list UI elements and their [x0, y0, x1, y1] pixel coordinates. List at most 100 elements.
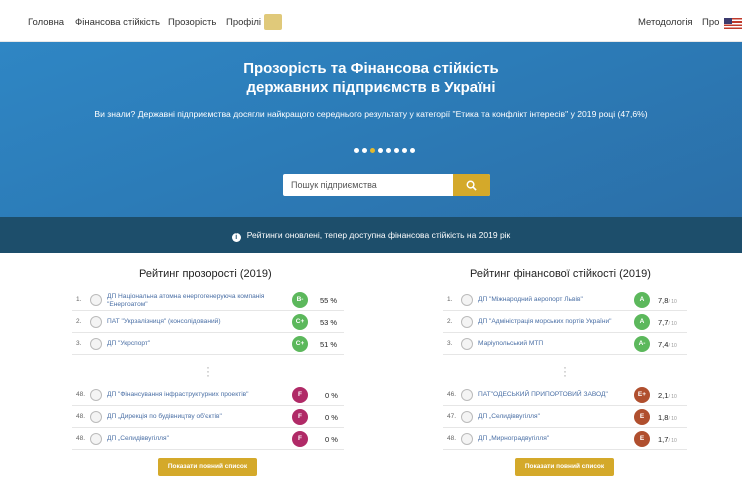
score-number: 7,4: [658, 340, 669, 349]
grade-badge: A: [634, 314, 650, 330]
company-name[interactable]: ДП "Укрспорт": [107, 340, 287, 348]
company-logo-icon: [90, 389, 102, 401]
grade-badge: E: [634, 431, 650, 447]
company-logo-icon: [461, 338, 473, 350]
table-row[interactable]: 48. ДП "Фінансування інфраструктурних пр…: [72, 384, 344, 406]
search-button[interactable]: [453, 174, 490, 196]
score-value: 1,7/ 10: [658, 435, 677, 444]
company-name[interactable]: Маріупольський МТП: [478, 340, 658, 348]
grade-badge: E: [634, 409, 650, 425]
company-name[interactable]: ДП „Селидіввугілля": [107, 435, 287, 443]
rank: 46.: [447, 391, 457, 398]
us-flag-icon[interactable]: [724, 18, 742, 29]
grade-badge: F: [292, 409, 308, 425]
company-logo-icon: [90, 316, 102, 328]
search-box: [283, 174, 490, 196]
company-name[interactable]: ДП "Фінансування інфраструктурних проект…: [107, 391, 287, 399]
carousel-dot[interactable]: [402, 148, 407, 153]
company-name[interactable]: ДП „Мирноградвугілля": [478, 435, 658, 443]
score-number: 7,8: [658, 296, 669, 305]
table-row[interactable]: 48. ДП „Мирноградвугілля" E 1,7/ 10: [443, 428, 687, 450]
table-row[interactable]: 48. ДП „Селидіввугілля" F 0 %: [72, 428, 344, 450]
rank: 1.: [447, 296, 453, 303]
rank: 3.: [76, 340, 82, 347]
company-name[interactable]: ДП Національна атомна енергогенеруюча ко…: [107, 293, 287, 309]
carousel-dots: [354, 148, 415, 153]
company-logo-icon: [90, 338, 102, 350]
score-max: / 10: [668, 416, 677, 422]
financial-rating-title: Рейтинг фінансової стійкості (2019): [470, 268, 651, 280]
rank: 1.: [76, 296, 82, 303]
score-value: 2,1/ 10: [658, 391, 677, 400]
grade-badge: F: [292, 387, 308, 403]
rank: 48.: [76, 435, 86, 442]
company-logo-icon: [461, 411, 473, 423]
search-icon: [466, 180, 477, 191]
score-max: / 10: [668, 438, 677, 444]
score-value: 51 %: [320, 340, 338, 349]
score-max: / 10: [668, 321, 677, 327]
score-value: 7,4/ 10: [658, 340, 677, 349]
score-value: 1,8/ 10: [658, 413, 677, 422]
nav-financial-stability[interactable]: Фінансова стійкість: [75, 17, 160, 28]
carousel-dot[interactable]: [394, 148, 399, 153]
banner-text: Рейтинги оновлені, тепер доступна фінанс…: [246, 230, 511, 240]
nav-home[interactable]: Головна: [28, 17, 64, 28]
financial-show-full-list-button[interactable]: Показати повний список: [515, 458, 614, 476]
grade-badge: A-: [634, 336, 650, 352]
grade-badge: C+: [292, 336, 308, 352]
hero-title-line-2: державних підприємств в Україні: [246, 79, 496, 96]
score-number: 7,7: [658, 318, 669, 327]
hero-title: Прозорість та Фінансова стійкість держав…: [0, 59, 742, 97]
table-row[interactable]: 1. ДП Національна атомна енергогенеруюча…: [72, 289, 344, 311]
company-name[interactable]: ПАТ"ОДЕСЬКИЙ ПРИПОРТОВИЙ ЗАВОД": [478, 391, 658, 399]
transparency-rating-title: Рейтинг прозорості (2019): [139, 268, 272, 280]
score-max: / 10: [668, 343, 677, 349]
company-name[interactable]: ДП „Селидіввугілля": [478, 413, 658, 421]
carousel-dot[interactable]: [378, 148, 383, 153]
nav-transparency[interactable]: Прозорість: [168, 17, 216, 28]
rank: 2.: [447, 318, 453, 325]
score-number: 2,1: [658, 391, 669, 400]
company-logo-icon: [461, 316, 473, 328]
score-max: / 10: [668, 394, 677, 400]
table-row[interactable]: 3. ДП "Укрспорт" C+ 51 %: [72, 333, 344, 355]
table-row[interactable]: 2. ПАТ "Укрзалізниця" (консолідований) C…: [72, 311, 344, 333]
company-logo-icon: [90, 411, 102, 423]
update-banner: i Рейтинги оновлені, тепер доступна фінан…: [0, 217, 742, 253]
score-value: 0 %: [325, 435, 338, 444]
table-row[interactable]: 3. Маріупольський МТП A- 7,4/ 10: [443, 333, 687, 355]
table-row[interactable]: 1. ДП "Міжнародний аеропорт Львів" A 7,8…: [443, 289, 687, 311]
company-name[interactable]: ПАТ "Укрзалізниця" (консолідований): [107, 318, 287, 326]
rank: 48.: [447, 435, 457, 442]
company-name[interactable]: ДП "Міжнародний аеропорт Львів": [478, 296, 658, 304]
hero-title-line-1: Прозорість та Фінансова стійкість: [243, 60, 499, 77]
table-row[interactable]: 48. ДП „Дирекція по будівництву об'єктів…: [72, 406, 344, 428]
carousel-dot[interactable]: [362, 148, 367, 153]
carousel-dot-active[interactable]: [370, 148, 375, 153]
search-input[interactable]: [283, 174, 453, 196]
company-logo-icon: [461, 294, 473, 306]
profiles-badge[interactable]: [264, 14, 282, 30]
table-row[interactable]: 46. ПАТ"ОДЕСЬКИЙ ПРИПОРТОВИЙ ЗАВОД" E+ 2…: [443, 384, 687, 406]
company-name[interactable]: ДП „Дирекція по будівництву об'єктів": [107, 413, 287, 421]
rank: 2.: [76, 318, 82, 325]
rank: 3.: [447, 340, 453, 347]
table-row[interactable]: 2. ДП "Адміністрація морських портів Укр…: [443, 311, 687, 333]
nav-about[interactable]: Про: [702, 17, 719, 28]
transparency-show-full-list-button[interactable]: Показати повний список: [158, 458, 257, 476]
company-name[interactable]: ДП "Адміністрація морських портів Україн…: [478, 318, 658, 326]
carousel-dot[interactable]: [410, 148, 415, 153]
table-row[interactable]: 47. ДП „Селидіввугілля" E 1,8/ 10: [443, 406, 687, 428]
carousel-dot[interactable]: [354, 148, 359, 153]
hero-section: Прозорість та Фінансова стійкість держав…: [0, 42, 742, 217]
rank: 48.: [76, 413, 86, 420]
carousel-dot[interactable]: [386, 148, 391, 153]
score-max: / 10: [668, 299, 677, 305]
nav-methodology[interactable]: Методологія: [638, 17, 693, 28]
nav-profiles[interactable]: Профілі: [226, 17, 261, 28]
info-icon: i: [231, 233, 241, 242]
score-value: 7,7/ 10: [658, 318, 677, 327]
company-logo-icon: [90, 294, 102, 306]
vertical-ellipsis-icon: · · ·: [563, 360, 567, 382]
